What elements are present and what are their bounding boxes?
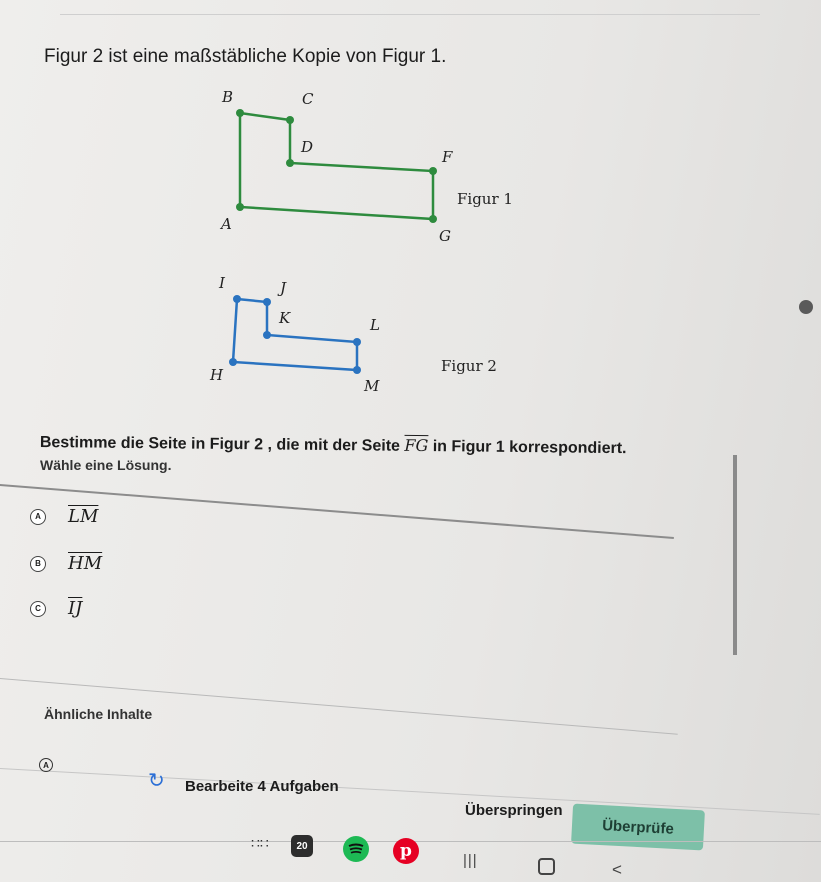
back-icon[interactable]: <	[612, 860, 622, 880]
figur1-label: Figur 1	[457, 190, 513, 208]
vertex-H-dot	[229, 358, 237, 366]
vertex-I-dot	[233, 295, 241, 303]
label-I: I	[218, 274, 226, 292]
pinterest-icon[interactable]: p	[393, 838, 419, 864]
label-L: L	[369, 316, 380, 334]
vertex-J-dot	[263, 298, 271, 306]
figures-graphic: B C D F A G Figur 1 I J K L H M Figur 2	[209, 88, 513, 395]
question-before: Bestimme die Seite in Figur 2 , die mit …	[39, 433, 405, 455]
radio-c[interactable]: C	[30, 600, 46, 617]
vertex-B-dot	[236, 109, 244, 117]
figur2-label: Figur 2	[441, 357, 497, 375]
radio-b[interactable]: B	[30, 555, 46, 572]
recent-apps-icon[interactable]: |||	[463, 852, 478, 869]
vertex-M-dot	[353, 366, 361, 374]
label-A: A	[219, 215, 232, 233]
label-H: H	[209, 366, 224, 384]
vertex-A-dot	[236, 203, 244, 211]
figur1-shape	[238, 111, 435, 221]
label-F: F	[441, 148, 453, 166]
question-segment: FG	[404, 435, 429, 456]
scrollbar[interactable]	[733, 455, 737, 655]
check-button[interactable]: Überprüfe	[571, 803, 705, 851]
option-c[interactable]: C IJ	[30, 598, 82, 619]
vertex-F-dot	[429, 167, 437, 175]
similar-content-heading[interactable]: Ähnliche Inhalte	[44, 706, 152, 722]
figur2-shape	[231, 297, 359, 372]
work-tasks-button[interactable]: Bearbeite 4 Aufgaben	[185, 778, 339, 795]
scroll-indicator-dot	[799, 300, 813, 314]
refresh-icon[interactable]: ↻	[148, 768, 165, 793]
vertex-C-dot	[286, 116, 294, 124]
label-C: C	[302, 90, 314, 108]
app-drawer-icon[interactable]: ∷∷	[251, 834, 269, 852]
radio-a[interactable]: A	[30, 508, 46, 525]
option-b[interactable]: B HM	[30, 553, 102, 574]
accessibility-icon[interactable]: A	[39, 758, 53, 772]
option-b-label: HM	[68, 553, 103, 574]
vertex-K-dot	[263, 331, 271, 339]
question-after: in Figur 1 korrespondiert.	[428, 438, 627, 458]
vertex-L-dot	[353, 338, 361, 346]
calendar-icon[interactable]: 20	[291, 835, 313, 857]
home-icon[interactable]	[538, 858, 555, 875]
label-J: J	[277, 279, 287, 297]
label-G: G	[439, 227, 451, 245]
option-c-label: IJ	[68, 598, 83, 619]
label-K: K	[278, 309, 291, 327]
label-M: M	[363, 377, 380, 395]
label-B: B	[221, 88, 233, 106]
vertex-G-dot	[429, 215, 437, 223]
vertex-D-dot	[286, 159, 294, 167]
choose-prompt: Wähle eine Lösung.	[40, 457, 172, 473]
skip-button[interactable]: Überspringen	[465, 802, 563, 819]
option-a[interactable]: A LM	[30, 506, 98, 527]
option-a-label: LM	[68, 506, 99, 527]
spotify-icon[interactable]	[343, 836, 369, 862]
label-D: D	[300, 138, 313, 156]
